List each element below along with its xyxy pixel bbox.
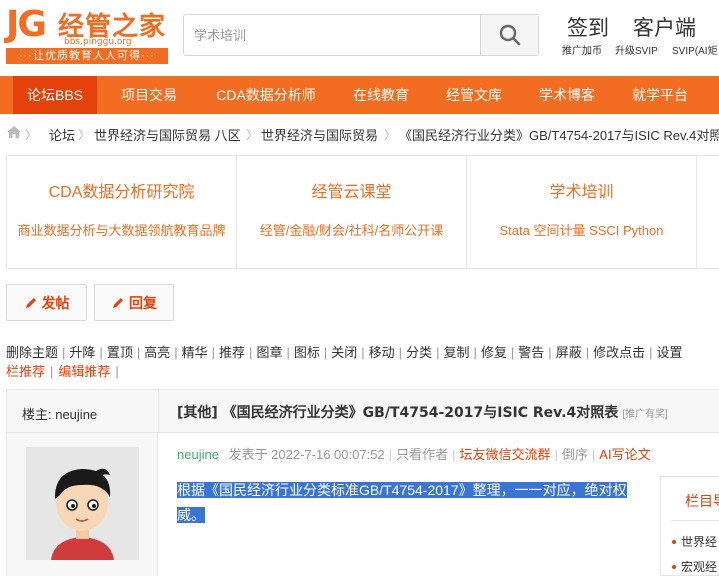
svip-ai-link[interactable]: SVIP(AI矩 (672, 42, 718, 57)
post-text-line2: 威。 (177, 507, 205, 523)
column-nav-item-world-econ[interactable]: 世界经 (681, 533, 717, 550)
search-box (183, 14, 539, 56)
mod-move[interactable]: 移动 (369, 345, 395, 360)
promote-link[interactable]: 推广加币 (562, 42, 602, 57)
search-button[interactable] (480, 15, 538, 55)
main-nav: 论坛BBS 项目交易 CDA数据分析师 在线教育 经管文库 学术博客 就学平台 (0, 76, 719, 114)
mod-settings[interactable]: 设置 (657, 345, 683, 360)
promo-academic-training[interactable]: 学术培训 Stata 空间计量 SSCI Python (467, 156, 697, 268)
upgrade-svip-link[interactable]: 升级SVIP (615, 42, 658, 57)
column-nav-box: 栏目导 世界经 宏观经 (660, 476, 719, 576)
site-logo[interactable]: JG 经管之家 bbs.pinggu.org ···让优质教育人人可得··· (6, 4, 168, 64)
site-header: JG 经管之家 bbs.pinggu.org ···让优质教育人人可得··· 签… (0, 0, 719, 76)
promo-cloud-class[interactable]: 经管云课堂 经管/金融/财会/社科/名师公开课 (237, 156, 467, 268)
breadcrumb-item-board[interactable]: 世界经济与国际贸易 (261, 125, 378, 144)
ai-write-link[interactable]: AI写论文 (599, 447, 650, 462)
promo-subtitle: 经管/金融/财会/社科/名师公开课 (259, 223, 444, 238)
post-text-line1: 根据《国民经济行业分类标准GB/T4754-2017》整理，一一对应，绝对权 (177, 482, 627, 498)
mod-highlight[interactable]: 高亮 (144, 345, 170, 360)
mod-edit-clicks[interactable]: 修改点击 (593, 345, 645, 360)
reverse-order-link[interactable]: 倒序 (562, 447, 588, 462)
pencil-icon (25, 297, 36, 308)
promo-more[interactable] (697, 156, 719, 268)
wechat-group-link[interactable]: 坛友微信交流群 (459, 447, 550, 462)
promo-title: CDA数据分析研究院 (48, 184, 195, 201)
new-post-label: 发帖 (41, 294, 70, 311)
column-nav-title: 栏目导 (685, 493, 719, 509)
mod-block[interactable]: 屏蔽 (556, 345, 582, 360)
mod-editor-recommend[interactable]: 编辑推荐 (58, 364, 110, 379)
promo-subtitle: Stata 空间计量 SSCI Python (499, 223, 664, 238)
breadcrumb-item-forum[interactable]: 论坛 (49, 125, 75, 144)
reply-button[interactable]: 回复 (94, 284, 174, 321)
nav-item-online-edu[interactable]: 在线教育 (343, 76, 419, 114)
thread-title: [其他] 《国民经济行业分类》GB/T4754-2017与ISIC Rev.4对… (177, 402, 668, 422)
breadcrumb: 〉 论坛 〉 世界经济与国际贸易 八区 〉 世界经济与国际贸易 〉 《国民经济行… (0, 120, 719, 148)
nav-item-bbs[interactable]: 论坛BBS (13, 76, 97, 114)
mod-digest[interactable]: 精华 (182, 345, 208, 360)
nav-item-projects[interactable]: 项目交易 (109, 76, 189, 114)
promo-title: 经管云课堂 (311, 184, 392, 201)
moderation-toolbar: 删除主题 | 升降 | 置顶 | 高亮 | 精华 | 推荐 | 图章 | 图标 | 关闭 | 移动 | 分类 | 复制 | 修复… (6, 345, 683, 360)
promo-cda[interactable]: CDA数据分析研究院 商业数据分析与大数据领航教育品牌 (7, 156, 237, 268)
thread-header: 楼主: neujine [其他] 《国民经济行业分类》GB/T4754-2017… (6, 389, 719, 433)
thread-category[interactable]: [其他] (177, 405, 218, 421)
breadcrumb-separator: 〉 (25, 128, 38, 142)
op-label: 楼主: neujine (22, 407, 98, 422)
mod-delete-thread[interactable]: 删除主题 (6, 345, 58, 360)
signin-link[interactable]: 签到 (567, 12, 609, 42)
thread-title-text: 《国民经济行业分类》GB/T4754-2017与ISIC Rev.4对照表 (222, 405, 619, 421)
post-author[interactable]: neujine (177, 447, 219, 462)
search-icon (499, 24, 520, 46)
thread-tag[interactable]: [推广有奖] (622, 409, 668, 420)
nav-item-study[interactable]: 就学平台 (622, 76, 698, 114)
home-icon[interactable] (6, 125, 22, 142)
post-meta: neujine 发表于 2022-7-16 00:07:52 | 只看作者 | 坛友微信… (177, 447, 651, 462)
logo-slogan: ···让优质教育人人可得··· (6, 48, 168, 64)
reply-label: 回复 (129, 294, 157, 311)
breadcrumb-separator: 〉 (246, 128, 259, 142)
new-post-button[interactable]: 发帖 (6, 284, 87, 321)
mod-category[interactable]: 分类 (406, 345, 432, 360)
mod-warn[interactable]: 警告 (518, 345, 544, 360)
breadcrumb-separator: 〉 (384, 128, 397, 142)
nav-item-library[interactable]: 经管文库 (436, 76, 512, 114)
divider (671, 520, 719, 521)
mod-repair[interactable]: 修复 (481, 345, 507, 360)
nav-item-cda[interactable]: CDA数据分析师 (204, 76, 328, 114)
mod-stamp[interactable]: 图章 (256, 345, 282, 360)
post-date: 发表于 2022-7-16 00:07:52 (228, 447, 385, 462)
mod-recommend[interactable]: 推荐 (219, 345, 245, 360)
logo-url: bbs.pinggu.org (64, 37, 132, 47)
bullet-icon (672, 565, 676, 569)
mod-copy[interactable]: 复制 (443, 345, 469, 360)
logo-letters: JG (6, 4, 47, 45)
breadcrumb-item-thread[interactable]: 《国民经济行业分类》GB/T4754-2017与ISIC Rev.4对照 (399, 125, 719, 144)
search-input[interactable] (184, 15, 480, 55)
post-author-panel (6, 433, 158, 576)
mod-bump[interactable]: 升降 (69, 345, 95, 360)
pencil-icon (113, 297, 123, 308)
moderation-toolbar-row2: 栏推荐 | 编辑推荐 | (6, 364, 119, 379)
client-link[interactable]: 客户端 (633, 12, 696, 42)
bullet-icon (672, 540, 676, 544)
promo-title: 学术培训 (549, 184, 614, 201)
nav-item-blog[interactable]: 学术博客 (529, 76, 605, 114)
mod-column-recommend[interactable]: 栏推荐 (6, 364, 45, 379)
breadcrumb-item-zone[interactable]: 世界经济与国际贸易 八区 (94, 125, 241, 144)
mod-icon[interactable]: 图标 (294, 345, 320, 360)
post-content: 根据《国民经济行业分类标准GB/T4754-2017》整理，一一对应，绝对权 威… (177, 478, 639, 528)
mod-stick[interactable]: 置顶 (107, 345, 133, 360)
avatar[interactable] (26, 447, 139, 560)
divider (158, 390, 159, 432)
mod-close[interactable]: 关闭 (331, 345, 357, 360)
promo-subtitle: 商业数据分析与大数据领航教育品牌 (17, 223, 226, 238)
column-nav-item-macro-econ[interactable]: 宏观经 (681, 558, 717, 575)
only-author-link[interactable]: 只看作者 (396, 447, 448, 462)
promo-bar: CDA数据分析研究院 商业数据分析与大数据领航教育品牌 经管云课堂 经管/金融/… (6, 155, 719, 269)
breadcrumb-separator: 〉 (78, 128, 91, 142)
